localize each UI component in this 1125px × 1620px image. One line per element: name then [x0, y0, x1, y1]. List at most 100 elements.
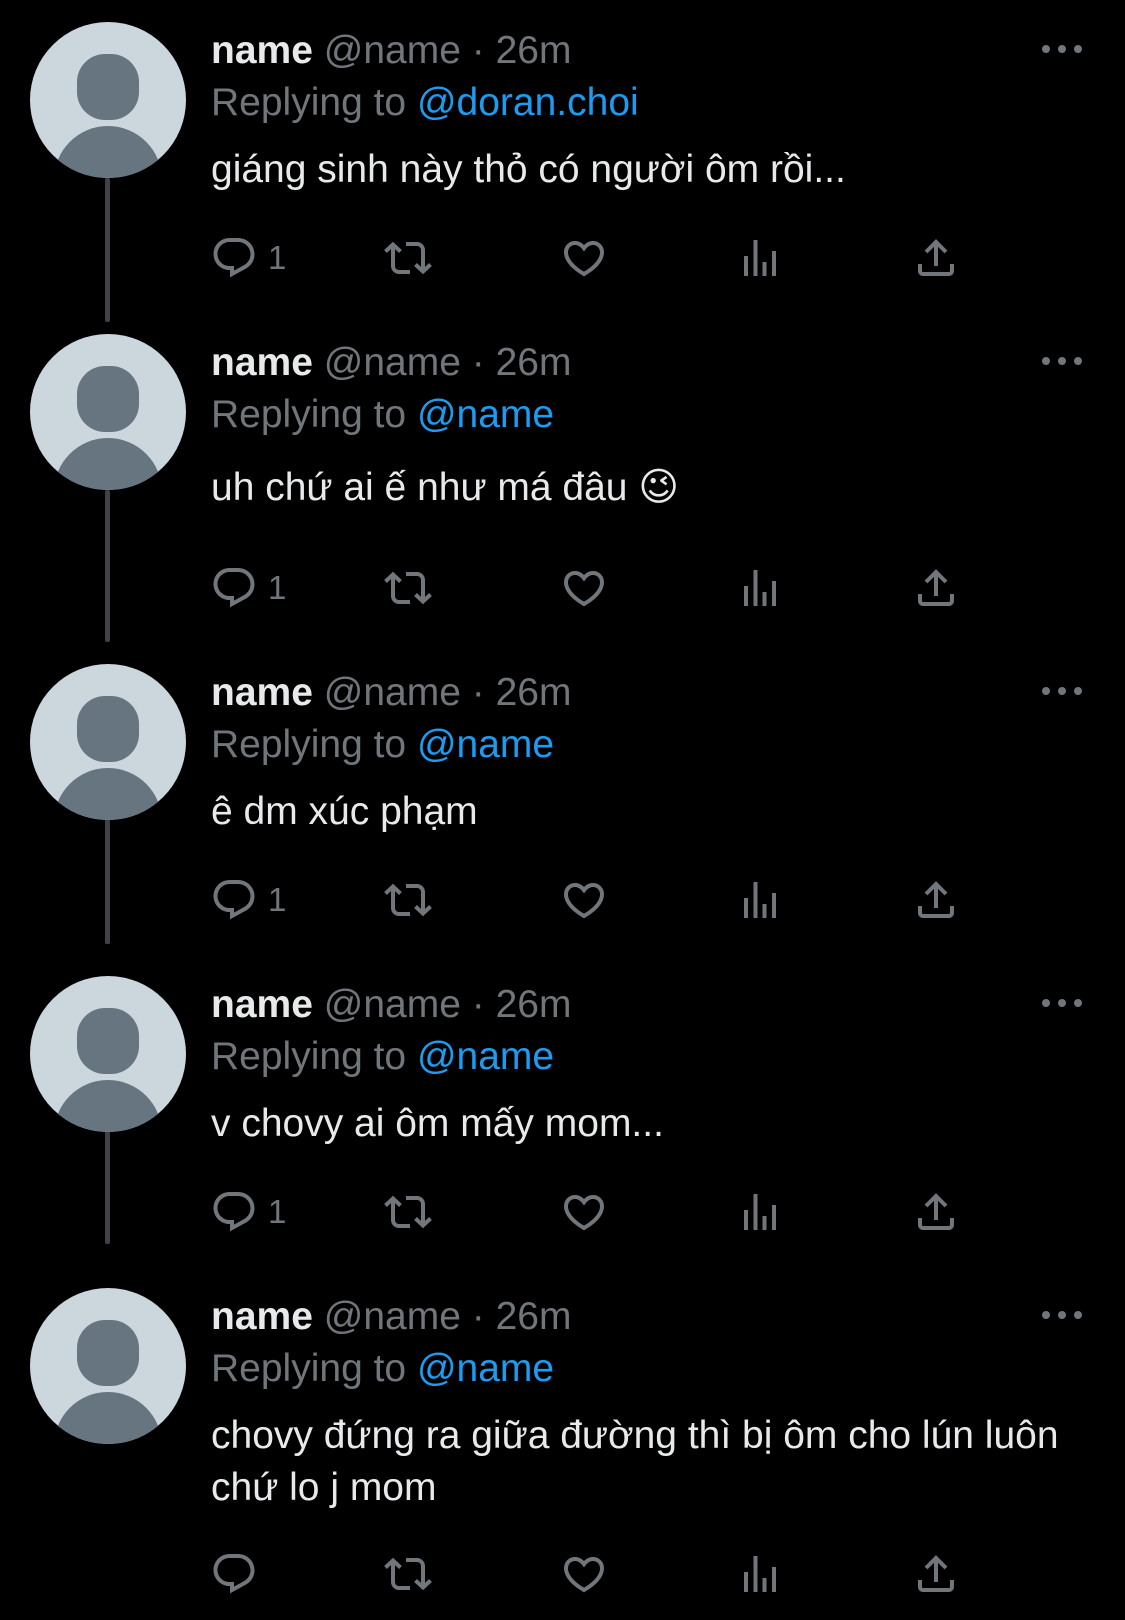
timestamp[interactable]: 26m [496, 1295, 572, 1338]
like-button[interactable] [560, 1182, 608, 1242]
separator-dot: · [471, 29, 485, 72]
reply-icon [213, 880, 255, 920]
user-handle[interactable]: @name [324, 671, 461, 714]
tweet-header: name @name · 26m [211, 26, 571, 76]
reply-icon [213, 1554, 255, 1594]
replying-to-label: Replying to [211, 1347, 417, 1390]
reply-button[interactable]: 1 [210, 870, 286, 930]
tweet[interactable]: name @name · 26m Replying to @doran.choi… [0, 0, 1125, 312]
avatar[interactable] [30, 334, 186, 490]
tweet-header: name @name · 26m [211, 668, 571, 718]
retweet-icon [384, 883, 432, 917]
retweet-icon [384, 1557, 432, 1591]
tweet-text: chovy đứng ra giữa đường thì bị ôm cho l… [211, 1414, 1059, 1509]
like-button[interactable] [560, 1544, 608, 1604]
replying-to-label: Replying to [211, 393, 417, 436]
views-button[interactable] [736, 228, 784, 288]
more-icon[interactable] [1040, 994, 1084, 1012]
reply-button[interactable]: 1 [210, 1182, 286, 1242]
display-name[interactable]: name [211, 983, 313, 1026]
tweet-text: ê dm xúc phạm [211, 790, 478, 833]
user-handle[interactable]: @name [324, 1295, 461, 1338]
retweet-button[interactable] [384, 1544, 432, 1604]
retweet-icon [384, 1195, 432, 1229]
display-name[interactable]: name [211, 1295, 313, 1338]
retweet-button[interactable] [384, 228, 432, 288]
views-button[interactable] [736, 1182, 784, 1242]
like-icon [563, 241, 605, 277]
tweet[interactable]: name @name · 26m Replying to @name uh ch… [0, 312, 1125, 642]
separator-dot: · [471, 671, 485, 714]
reply-button[interactable] [210, 1544, 268, 1604]
reply-count: 1 [268, 1193, 287, 1230]
share-icon [918, 1193, 954, 1230]
share-button[interactable] [912, 870, 960, 930]
retweet-button[interactable] [384, 558, 432, 618]
more-icon[interactable] [1040, 1306, 1084, 1324]
user-handle[interactable]: @name [324, 341, 461, 384]
tweet-header: name @name · 26m [211, 1292, 571, 1342]
views-icon [744, 240, 776, 276]
reply-button[interactable]: 1 [210, 558, 286, 618]
reply-icon [213, 568, 255, 608]
views-icon [744, 570, 776, 606]
timestamp[interactable]: 26m [496, 983, 572, 1026]
user-handle[interactable]: @name [324, 983, 461, 1026]
tweet-header: name @name · 26m [211, 980, 571, 1030]
mention-link[interactable]: @name [417, 393, 554, 436]
reply-icon [213, 1192, 255, 1232]
share-icon [918, 1555, 954, 1592]
tweet[interactable]: name @name · 26m Replying to @name v cho… [0, 954, 1125, 1266]
mention-link[interactable]: @name [417, 723, 554, 766]
views-button[interactable] [736, 558, 784, 618]
reply-count: 1 [268, 569, 287, 606]
mention-link[interactable]: @name [417, 1035, 554, 1078]
retweet-button[interactable] [384, 1182, 432, 1242]
avatar[interactable] [30, 1288, 186, 1444]
avatar[interactable] [30, 664, 186, 820]
like-icon [563, 1557, 605, 1593]
display-name[interactable]: name [211, 671, 313, 714]
display-name[interactable]: name [211, 29, 313, 72]
tweet[interactable]: name @name · 26m Replying to @name chovy… [0, 1266, 1125, 1620]
mention-link[interactable]: @name [417, 1347, 554, 1390]
like-icon [563, 571, 605, 607]
display-name[interactable]: name [211, 341, 313, 384]
like-button[interactable] [560, 558, 608, 618]
mention-link[interactable]: @doran.choi [417, 81, 639, 124]
views-icon [744, 1556, 776, 1592]
share-button[interactable] [912, 1544, 960, 1604]
views-icon [744, 1194, 776, 1230]
more-icon[interactable] [1040, 40, 1084, 58]
reply-button[interactable]: 1 [210, 228, 286, 288]
replying-to: Replying to @name [211, 390, 554, 440]
action-bar: 1 [0, 870, 1125, 930]
like-button[interactable] [560, 870, 608, 930]
share-icon [918, 239, 954, 276]
like-button[interactable] [560, 228, 608, 288]
share-button[interactable] [912, 558, 960, 618]
reply-count: 1 [268, 881, 287, 918]
more-icon[interactable] [1040, 682, 1084, 700]
timestamp[interactable]: 26m [496, 29, 572, 72]
tweet-header: name @name · 26m [211, 338, 571, 388]
timestamp[interactable]: 26m [496, 341, 572, 384]
avatar[interactable] [30, 22, 186, 178]
timestamp[interactable]: 26m [496, 671, 572, 714]
tweet-text: v chovy ai ôm mấy mom... [211, 1102, 664, 1145]
avatar[interactable] [30, 976, 186, 1132]
retweet-button[interactable] [384, 870, 432, 930]
retweet-icon [384, 241, 432, 275]
share-icon [918, 569, 954, 606]
views-button[interactable] [736, 870, 784, 930]
separator-dot: · [471, 1295, 485, 1338]
tweet-text: uh chứ ai ế như má đâu 😉 [211, 466, 679, 509]
tweet[interactable]: name @name · 26m Replying to @name ê dm … [0, 642, 1125, 954]
share-button[interactable] [912, 228, 960, 288]
views-button[interactable] [736, 1544, 784, 1604]
share-button[interactable] [912, 1182, 960, 1242]
more-icon[interactable] [1040, 352, 1084, 370]
replying-to-label: Replying to [211, 723, 417, 766]
like-icon [563, 883, 605, 919]
user-handle[interactable]: @name [324, 29, 461, 72]
